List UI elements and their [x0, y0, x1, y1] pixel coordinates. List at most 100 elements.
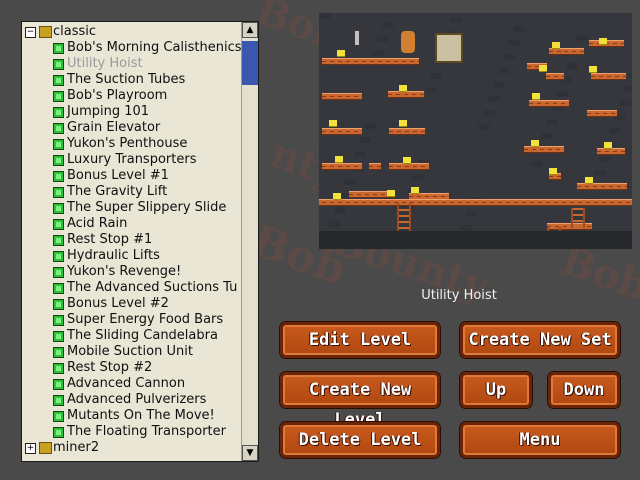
level-icon: [53, 411, 64, 422]
gem-pickup: [399, 120, 407, 127]
level-icon: [53, 235, 64, 246]
level-icon: [53, 91, 64, 102]
tree-level-item[interactable]: Utility Hoist: [22, 56, 242, 72]
hook-item: [355, 31, 359, 45]
cave-texture: [425, 87, 437, 93]
cave-texture: [329, 221, 341, 227]
tree-level-label: Yukon's Penthouse: [67, 136, 188, 151]
cave-texture: [483, 110, 495, 116]
tree-set-label: miner2: [53, 440, 100, 455]
tree-level-item[interactable]: Bob's Playroom: [22, 88, 242, 104]
level-icon: [53, 315, 64, 326]
cave-texture: [609, 128, 621, 134]
gem-pickup: [532, 93, 540, 100]
create-new-set-button[interactable]: Create New Set: [460, 322, 620, 358]
tree-level-label: Utility Hoist: [67, 56, 143, 71]
cave-texture: [412, 174, 424, 180]
platform: [389, 163, 429, 170]
cave-texture: [319, 13, 331, 19]
tree-level-item[interactable]: Bob's Morning Calisthenics!: [22, 40, 242, 56]
cave-texture: [465, 211, 477, 217]
tree-level-item[interactable]: Acid Rain: [22, 216, 242, 232]
tree-level-item[interactable]: The Floating Transporter: [22, 424, 242, 440]
tree-level-item[interactable]: The Suction Tubes: [22, 72, 242, 88]
level-icon: [53, 171, 64, 182]
platform: [524, 146, 564, 153]
tree-level-item[interactable]: Grain Elevator: [22, 120, 242, 136]
cave-texture: [513, 26, 525, 32]
level-icon: [53, 283, 64, 294]
cave-texture: [508, 40, 520, 46]
tree-level-item[interactable]: Mobile Suction Unit: [22, 344, 242, 360]
platform: [369, 163, 381, 170]
scroll-up-button[interactable]: ▲: [242, 22, 258, 38]
cave-texture: [498, 68, 510, 74]
platform: [322, 58, 419, 65]
gem-pickup: [399, 85, 407, 92]
gem-pickup: [411, 187, 419, 194]
tree-level-label: Super Energy Food Bars: [67, 312, 224, 327]
tree-level-item[interactable]: The Advanced Suctions Tu: [22, 280, 242, 296]
tree-level-item[interactable]: Rest Stop #2: [22, 360, 242, 376]
cave-texture: [354, 151, 366, 157]
cave-texture: [541, 133, 553, 139]
tree-level-label: Luxury Transporters: [67, 152, 197, 167]
up-button[interactable]: Up: [460, 372, 532, 408]
cave-texture: [334, 207, 346, 213]
tree-level-item[interactable]: Rest Stop #1: [22, 232, 242, 248]
cave-texture: [478, 124, 490, 130]
tree-level-item[interactable]: Hydraulic Lifts: [22, 248, 242, 264]
tree-level-item[interactable]: The Sliding Candelabra: [22, 328, 242, 344]
menu-button[interactable]: Menu: [460, 422, 620, 458]
cave-texture: [430, 73, 442, 79]
level-icon: [53, 203, 64, 214]
preview-level-name: Utility Hoist: [421, 288, 497, 303]
tree-level-label: The Advanced Suctions Tu: [67, 280, 238, 295]
tree-level-item[interactable]: Luxury Transporters: [22, 152, 242, 168]
scroll-down-button[interactable]: ▼: [242, 445, 258, 461]
tree-level-item[interactable]: The Super Slippery Slide: [22, 200, 242, 216]
tree-level-item[interactable]: Yukon's Penthouse: [22, 136, 242, 152]
cave-texture: [619, 100, 631, 106]
cave-texture: [450, 17, 462, 23]
level-icon: [53, 251, 64, 262]
cave-texture: [576, 35, 588, 41]
delete-level-button[interactable]: Delete Level: [280, 422, 440, 458]
cave-texture: [344, 179, 356, 185]
cave-texture: [372, 50, 384, 56]
expand-icon[interactable]: +: [25, 443, 36, 454]
scroll-thumb[interactable]: [242, 41, 258, 85]
tree-level-label: Bob's Morning Calisthenics!: [67, 40, 242, 55]
tree-level-item[interactable]: The Gravity Lift: [22, 184, 242, 200]
tree-level-item[interactable]: Mutants On The Move!: [22, 408, 242, 424]
collapse-icon[interactable]: −: [25, 27, 36, 38]
tree-level-label: Bonus Level #1: [67, 168, 169, 183]
tree-level-item[interactable]: Super Energy Food Bars: [22, 312, 242, 328]
gem-pickup: [403, 157, 411, 164]
level-icon: [53, 299, 64, 310]
tree-set-node[interactable]: − classic: [22, 24, 242, 40]
down-button[interactable]: Down: [548, 372, 620, 408]
gem-pickup: [552, 42, 560, 49]
create-new-level-button[interactable]: Create New Level: [280, 372, 440, 430]
tree-set-node[interactable]: + miner2: [22, 440, 242, 456]
tree-level-item[interactable]: Jumping 101: [22, 104, 242, 120]
tree-level-item[interactable]: Bonus Level #2: [22, 296, 242, 312]
tree-level-label: Rest Stop #1: [67, 232, 153, 247]
tree-level-label: Rest Stop #2: [67, 360, 153, 375]
tree-level-item[interactable]: Bonus Level #1: [22, 168, 242, 184]
tree-level-item[interactable]: Advanced Pulverizers: [22, 392, 242, 408]
tree-level-item[interactable]: Advanced Cannon: [22, 376, 242, 392]
level-icon: [53, 107, 64, 118]
tree-level-item[interactable]: Yukon's Revenge!: [22, 264, 242, 280]
level-icon: [53, 187, 64, 198]
edit-level-button[interactable]: Edit Level: [280, 322, 440, 358]
platform: [322, 93, 362, 100]
tree-level-label: Mutants On The Move!: [67, 408, 215, 423]
platform: [322, 163, 362, 170]
cave-texture: [599, 156, 611, 162]
cave-texture: [624, 86, 632, 92]
tree-level-label: Grain Elevator: [67, 120, 161, 135]
level-tree[interactable]: − classic Bob's Morning Calisthenics! Utili…: [21, 21, 259, 462]
tree-scrollbar[interactable]: ▲ ▼: [241, 22, 258, 461]
